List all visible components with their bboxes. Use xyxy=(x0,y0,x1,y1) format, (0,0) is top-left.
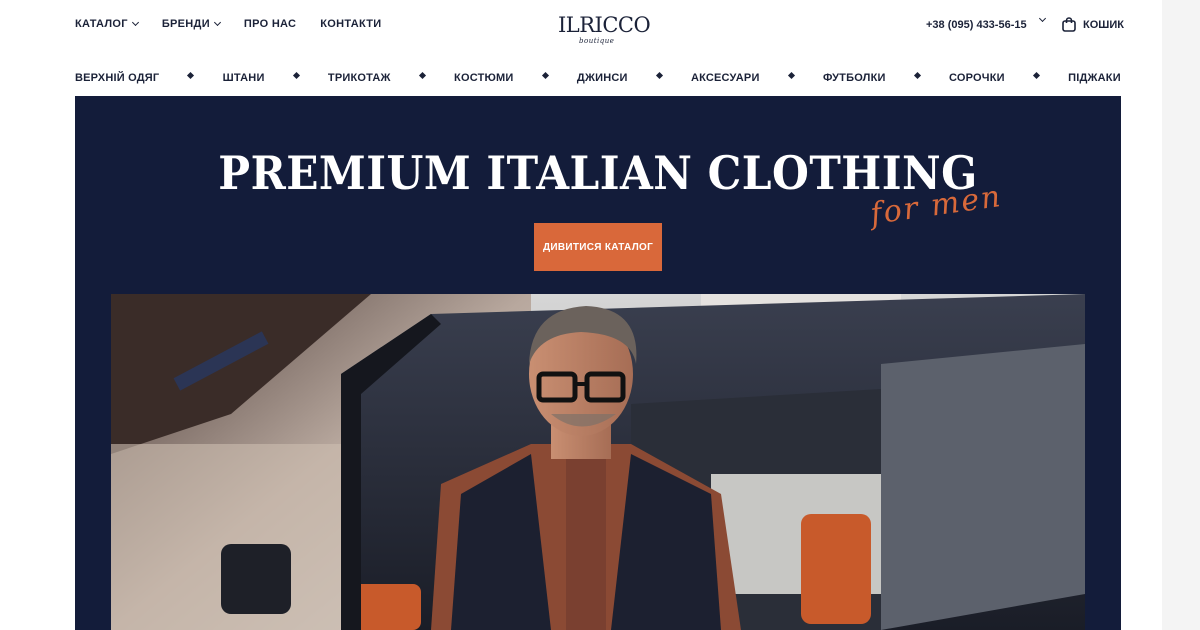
nav-item-catalog[interactable]: КАТАЛОГ xyxy=(75,18,139,30)
header: КАТАЛОГ БРЕНДИ ПРО НАС КОНТАКТИ ILRICCO … xyxy=(75,0,1124,52)
hero-banner: PREMIUM ITALIAN CLOTHING for men ДИВИТИС… xyxy=(75,96,1121,630)
nav-item-brands[interactable]: БРЕНДИ xyxy=(161,18,221,30)
cart-label: КОШИК xyxy=(1083,18,1124,31)
chevron-down-icon[interactable] xyxy=(1038,14,1047,23)
category-jeans[interactable]: ДЖИНСИ xyxy=(577,72,628,84)
diamond-icon xyxy=(541,71,549,79)
logo-wordmark: ILRICCO xyxy=(558,13,651,37)
diamond-icon xyxy=(292,71,300,79)
diamond-icon xyxy=(1032,71,1040,79)
category-shirts[interactable]: СОРОЧКИ xyxy=(949,72,1005,84)
nav-item-label: ПРО НАС xyxy=(243,18,297,30)
shopping-bag-icon xyxy=(1062,17,1076,32)
nav-item-label: КАТАЛОГ xyxy=(75,18,128,30)
category-knitwear[interactable]: ТРИКОТАЖ xyxy=(328,72,391,84)
category-tshirts[interactable]: ФУТБОЛКИ xyxy=(823,72,886,84)
hero-photo xyxy=(111,294,1085,630)
phone-number[interactable]: +38 (095) 433-56-15 xyxy=(926,19,1027,31)
category-blazers[interactable]: ПІДЖАКИ xyxy=(1068,72,1121,84)
nav-item-contacts[interactable]: КОНТАКТИ xyxy=(320,18,381,30)
logo-tagline: boutique xyxy=(579,37,615,45)
category-suits[interactable]: КОСТЮМИ xyxy=(454,72,513,84)
category-outerwear[interactable]: ВЕРХНІЙ ОДЯГ xyxy=(75,72,159,84)
page-edge-strip xyxy=(1162,0,1200,630)
diamond-icon xyxy=(787,71,795,79)
category-trousers[interactable]: ШТАНИ xyxy=(223,72,265,84)
category-nav: ВЕРХНІЙ ОДЯГ ШТАНИ ТРИКОТАЖ КОСТЮМИ ДЖИН… xyxy=(75,69,1121,87)
diamond-icon xyxy=(655,71,663,79)
hero-photo-illustration xyxy=(111,294,1085,630)
nav-item-label: КОНТАКТИ xyxy=(320,18,382,30)
nav-item-about[interactable]: ПРО НАС xyxy=(244,18,296,30)
view-catalog-button[interactable]: ДИВИТИСЯ КАТАЛОГ xyxy=(534,223,662,271)
category-accessories[interactable]: АКСЕСУАРИ xyxy=(691,72,760,84)
cart-button[interactable]: КОШИК xyxy=(1062,17,1124,32)
diamond-icon xyxy=(187,71,195,79)
diamond-icon xyxy=(418,71,426,79)
diamond-icon xyxy=(913,71,921,79)
logo[interactable]: ILRICCO boutique xyxy=(558,10,651,48)
chevron-down-icon xyxy=(131,18,139,26)
nav-item-label: БРЕНДИ xyxy=(161,18,210,30)
chevron-down-icon xyxy=(213,18,221,26)
main-nav: КАТАЛОГ БРЕНДИ ПРО НАС КОНТАКТИ xyxy=(75,18,381,30)
